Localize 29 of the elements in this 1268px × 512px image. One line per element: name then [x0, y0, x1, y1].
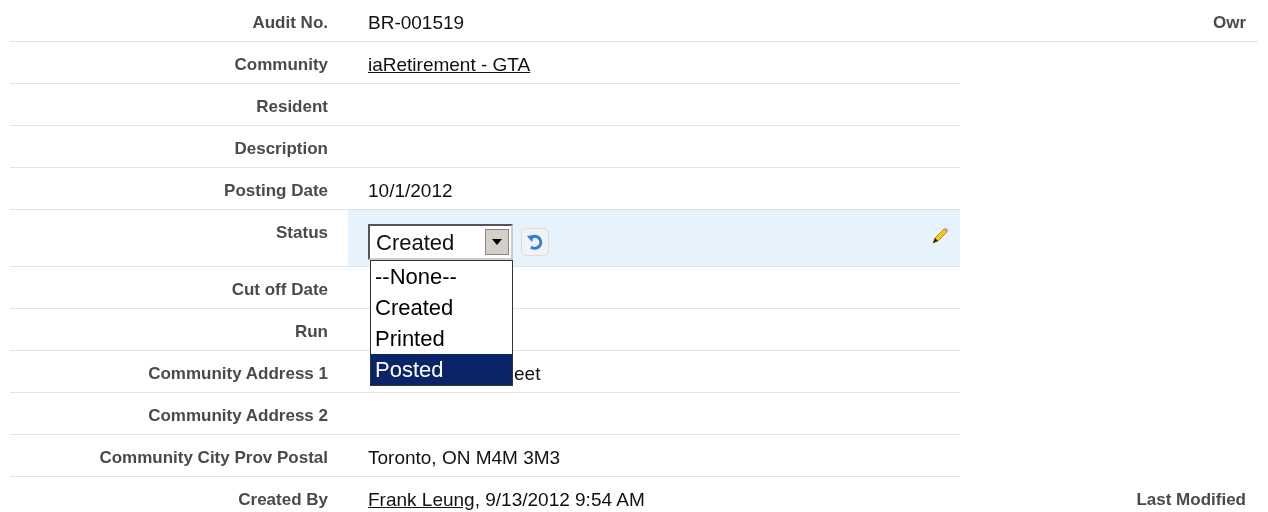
field-label: Cut off Date [231, 280, 328, 299]
field-value: BR-001519 [368, 11, 465, 35]
field-value: Toronto, ON M4M 3M3 [368, 446, 561, 470]
dropdown-option[interactable]: Posted [371, 354, 512, 385]
community-link[interactable]: iaRetirement - GTA [368, 51, 531, 83]
undo-icon [526, 234, 544, 250]
pencil-icon[interactable] [930, 226, 950, 246]
dropdown-option[interactable]: --None-- [371, 261, 512, 292]
field-label: Description [234, 139, 328, 158]
user-link[interactable]: Frank Leung [368, 486, 475, 512]
dropdown-option[interactable]: Created [371, 292, 512, 323]
field-label: Community Address 2 [148, 406, 328, 425]
field-label: Owr [1212, 13, 1246, 32]
field-value: eet [514, 362, 541, 386]
undo-button[interactable] [521, 228, 549, 256]
dropdown-option[interactable]: Printed [371, 323, 512, 354]
field-label: Posting Date [224, 181, 328, 200]
created-date: , 9/13/2012 9:54 AM [474, 488, 645, 512]
field-label: Audit No. [252, 13, 328, 32]
field-label: Status [276, 223, 328, 242]
field-value: 10/1/2012 [368, 179, 453, 203]
status-select[interactable]: Created [368, 224, 513, 260]
field-label: Last Modified [1136, 490, 1246, 509]
field-label: Community [234, 55, 328, 74]
field-label: Created By [238, 490, 328, 509]
field-label: Resident [256, 97, 328, 116]
field-label: Run [294, 322, 328, 341]
field-label: Community City Prov Postal [99, 448, 328, 467]
field-label: Community Address 1 [148, 364, 328, 383]
